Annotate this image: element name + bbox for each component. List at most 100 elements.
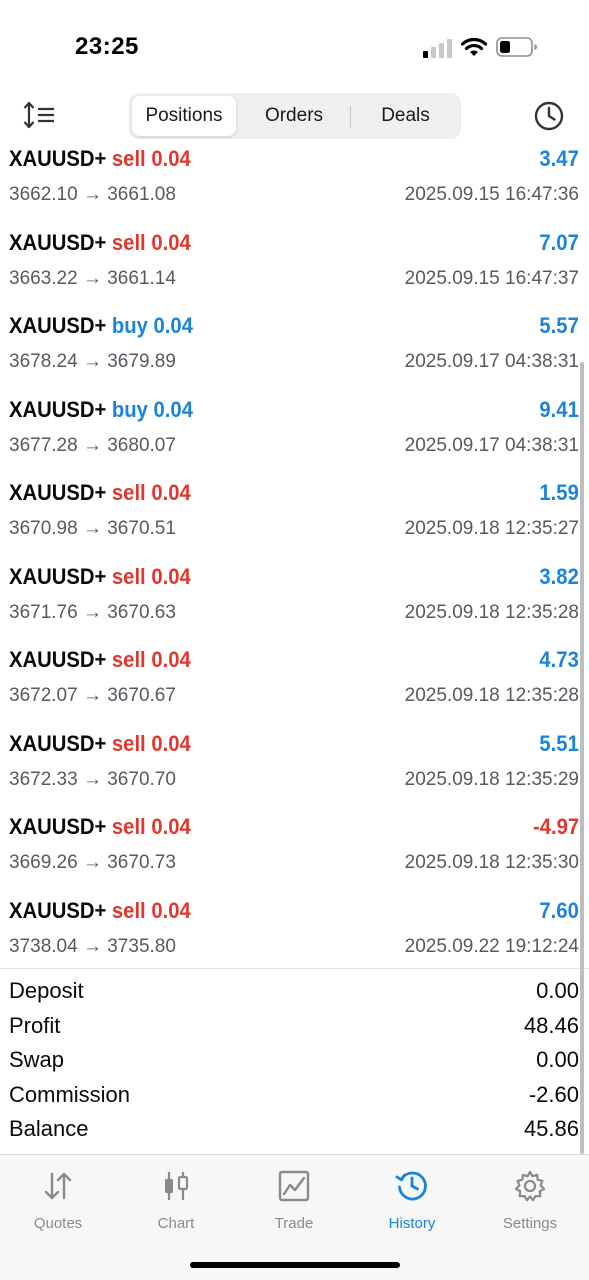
tab-label: Quotes (33, 1215, 83, 1232)
deal-time: 2025.09.17 04:38:31 (404, 434, 579, 456)
tab-history[interactable]: History (367, 1169, 457, 1239)
deal-type: sell (111, 897, 146, 923)
deal-row[interactable]: XAUUSD+ sell 0.04 7.07 3663.22 → 3661.14 20… (0, 228, 589, 312)
deal-symbol: XAUUSD+ (9, 229, 107, 255)
deal-prices: 3677.28 → 3680.07 (9, 434, 176, 456)
deal-volume: 0.04 (151, 480, 191, 505)
cellular-signal-icon (423, 39, 452, 58)
tab-settings[interactable]: Settings (485, 1169, 575, 1239)
deal-row[interactable]: XAUUSD+ sell 0.04 4.73 3672.07 → 3670.67 20… (0, 645, 589, 729)
deal-prices: 3672.07 → 3670.67 (9, 685, 176, 706)
deal-type: sell (111, 229, 146, 255)
deal-type: buy (111, 396, 148, 422)
summary-value: -2.60 (528, 1081, 579, 1107)
tab-chart[interactable]: Chart (131, 1169, 221, 1239)
deal-title: XAUUSD+ buy 0.04 (9, 397, 193, 423)
deal-type: sell (111, 647, 146, 672)
deal-symbol: XAUUSD+ (9, 814, 107, 839)
deal-time: 2025.09.15 16:47:37 (404, 267, 579, 289)
deal-prices: 3663.22 → 3661.14 (9, 267, 176, 289)
clock-icon[interactable] (533, 100, 565, 132)
summary-swap-row: Swap 0.00 (0, 1045, 589, 1080)
deal-title: XAUUSD+ sell 0.04 (9, 731, 191, 757)
deal-profit: 7.07 (539, 229, 579, 255)
deal-time: 2025.09.18 12:35:28 (404, 685, 579, 706)
deal-title: XAUUSD+ buy 0.04 (9, 313, 193, 339)
deal-row[interactable]: XAUUSD+ sell 0.04 1.59 3670.98 → 3670.51 20… (0, 478, 589, 562)
deal-title: XAUUSD+ sell 0.04 (9, 480, 191, 506)
summary-value: 0.00 (536, 978, 579, 1003)
deal-volume: 0.04 (151, 563, 191, 589)
deal-symbol: XAUUSD+ (9, 647, 107, 672)
tab-label: Settings (502, 1215, 558, 1232)
tab-deals[interactable]: Deals (353, 96, 458, 136)
deal-prices: 3678.24 → 3679.89 (9, 351, 176, 372)
wifi-icon (460, 37, 488, 56)
home-indicator (190, 1262, 400, 1268)
deal-type: sell (111, 146, 146, 171)
deal-row[interactable]: XAUUSD+ sell 0.04 3.82 3671.76 → 3670.63 20… (0, 562, 589, 646)
deal-title: XAUUSD+ sell 0.04 (9, 898, 191, 924)
deal-volume: 0.04 (151, 897, 191, 923)
deal-profit: 4.73 (539, 647, 579, 672)
deal-prices: 3738.04 → 3735.80 (9, 935, 176, 957)
deal-time: 2025.09.15 16:47:36 (404, 184, 579, 205)
deal-symbol: XAUUSD+ (9, 313, 107, 338)
deal-symbol: XAUUSD+ (9, 563, 107, 589)
deal-time: 2025.09.18 12:35:27 (404, 518, 579, 539)
summary-profit-row: Profit 48.46 (0, 1011, 589, 1046)
deal-symbol: XAUUSD+ (9, 897, 107, 923)
deal-title: XAUUSD+ sell 0.04 (9, 814, 191, 840)
status-time: 23:25 (75, 33, 139, 60)
deal-row[interactable]: XAUUSD+ buy 0.04 5.57 3678.24 → 3679.89 202… (0, 311, 589, 395)
deal-row[interactable]: XAUUSD+ sell 0.04 3.47 3662.10 → 3661.08 20… (0, 144, 589, 228)
quotes-arrows-icon (44, 1172, 72, 1200)
tab-orders[interactable]: Orders (241, 96, 347, 136)
tab-trade[interactable]: Trade (249, 1169, 339, 1239)
toolbar: Positions Orders Deals (0, 90, 589, 144)
deal-type: sell (111, 563, 146, 589)
deal-title: XAUUSD+ sell 0.04 (9, 647, 191, 673)
trade-chart-icon (278, 1170, 310, 1202)
deal-time: 2025.09.18 12:35:29 (404, 768, 579, 790)
deal-symbol: XAUUSD+ (9, 146, 107, 171)
history-clock-icon (395, 1171, 427, 1201)
view-segmented-control: Positions Orders Deals (129, 93, 461, 139)
deal-type: sell (111, 480, 146, 505)
status-bar: 23:25 (0, 0, 589, 90)
deal-profit: 3.82 (539, 563, 579, 589)
deal-row[interactable]: XAUUSD+ sell 0.04 7.60 3738.04 → 3735.80 20… (0, 896, 589, 980)
deal-prices: 3670.98 → 3670.51 (9, 518, 176, 539)
deal-volume: 0.04 (151, 647, 191, 672)
summary-label: Swap (9, 1047, 65, 1072)
deal-type: buy (111, 313, 148, 338)
summary-value: 45.86 (523, 1116, 579, 1141)
deal-time: 2025.09.17 04:38:31 (404, 351, 579, 372)
gear-icon (514, 1170, 546, 1202)
deal-profit: 5.51 (539, 730, 579, 756)
tab-label: Chart (157, 1215, 195, 1232)
scrollbar[interactable] (580, 362, 584, 1154)
summary-section: Deposit 0.00 Profit 48.46 Swap 0.00 Comm… (0, 976, 589, 1149)
deal-volume: 0.04 (153, 396, 193, 422)
deal-row[interactable]: XAUUSD+ sell 0.04 5.51 3672.33 → 3670.70 20… (0, 729, 589, 813)
deal-row[interactable]: XAUUSD+ buy 0.04 9.41 3677.28 → 3680.07 202… (0, 395, 589, 479)
deal-type: sell (111, 730, 146, 756)
deal-title: XAUUSD+ sell 0.04 (9, 230, 191, 256)
deal-row[interactable]: XAUUSD+ sell 0.04 -4.97 3669.26 → 3670.73 2… (0, 812, 589, 896)
deal-title: XAUUSD+ sell 0.04 (9, 564, 191, 590)
deal-profit: -4.97 (532, 814, 579, 839)
deal-symbol: XAUUSD+ (9, 730, 107, 756)
summary-value: 0.00 (536, 1047, 579, 1072)
deal-time: 2025.09.18 12:35:30 (404, 852, 579, 873)
summary-value: 48.46 (523, 1012, 579, 1038)
tab-label: History (388, 1215, 436, 1232)
deal-profit: 7.60 (539, 897, 579, 923)
summary-divider (0, 968, 589, 969)
tab-positions[interactable]: Positions (132, 96, 236, 136)
deal-volume: 0.04 (153, 313, 193, 338)
deal-volume: 0.04 (151, 730, 191, 756)
tab-quotes[interactable]: Quotes (13, 1169, 103, 1239)
sort-icon[interactable] (22, 100, 56, 130)
summary-label: Commission (9, 1081, 131, 1107)
